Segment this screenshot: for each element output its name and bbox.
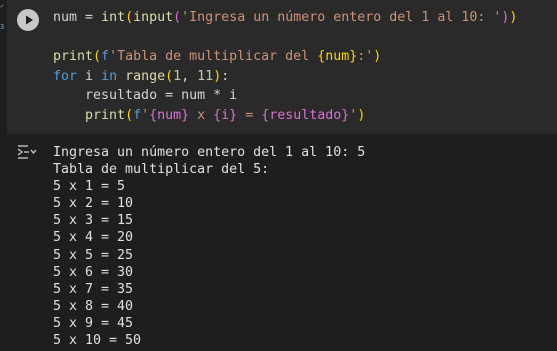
code-token: 1 — [173, 68, 182, 84]
output-line: 5 x 9 = 45 — [53, 315, 134, 331]
code-token: f — [133, 107, 142, 123]
code-line: print(f'Tabla de multiplicar del {num}:'… — [53, 47, 517, 67]
gutter-mark-check: ✓ — [0, 2, 5, 10]
output-toggle-button[interactable] — [16, 144, 38, 160]
code-token: {num} — [317, 49, 358, 65]
left-gutter: ✓ 3 — [0, 0, 7, 351]
code-token: ) — [357, 107, 366, 123]
output-line: Ingresa un número entero del 1 al 10: 5 — [53, 145, 366, 160]
output-line: 5 x 5 = 25 — [53, 247, 134, 263]
output-line: 5 x 10 = 50 — [53, 333, 142, 349]
code-token: i — [77, 68, 102, 84]
code-token: print — [53, 49, 94, 65]
code-token: ( — [93, 49, 102, 65]
output-line: 5 x 6 = 30 — [53, 264, 134, 280]
notebook-page: ✓ 3 num = int(input('Ingresa un número e… — [0, 0, 557, 351]
code-token: f — [101, 49, 110, 65]
code-token: {resultado} — [261, 107, 350, 123]
cell-output: Ingresa un número entero del 1 al 10: 5 T… — [53, 144, 365, 349]
code-token: ) — [373, 49, 382, 65]
code-token: 'Ingresa un número entero del 1 al 10: ' — [181, 10, 502, 25]
code-token: range — [125, 68, 166, 84]
gutter-mark-count: 3 — [0, 23, 5, 31]
code-token: {i} — [213, 107, 238, 123]
code-line: for i in range(1, 11): — [53, 67, 517, 87]
run-cell-button[interactable] — [17, 9, 39, 31]
play-icon — [26, 15, 33, 25]
code-token: = — [237, 107, 262, 123]
code-token: ( — [125, 107, 134, 123]
output-line: Tabla de multiplicar del 5: — [53, 162, 270, 178]
code-editor[interactable]: num = int(input('Ingresa un número enter… — [53, 8, 517, 126]
code-token: 11 — [197, 68, 214, 84]
code-line: num = int(input('Ingresa un número enter… — [53, 8, 517, 28]
code-token: 'Tabla de multiplicar del — [109, 49, 318, 65]
code-token: int — [101, 10, 126, 25]
output-line: 5 x 8 = 40 — [53, 298, 134, 314]
code-token: print — [85, 107, 126, 123]
code-line: print(f'{num} x {i} = {resultado}') — [53, 106, 517, 126]
output-line: 5 x 3 = 15 — [53, 213, 134, 229]
code-token: ( — [165, 68, 174, 84]
code-token: ) — [213, 68, 222, 84]
code-token: ' — [141, 107, 150, 123]
code-token: : — [221, 68, 230, 84]
code-token: {num} — [149, 107, 190, 123]
code-token: ( — [125, 10, 134, 25]
output-toggle-icon — [17, 145, 37, 159]
code-line: resultado = num * i — [53, 86, 517, 106]
output-line: 5 x 7 = 35 — [53, 281, 134, 297]
code-token: = — [77, 10, 102, 25]
code-token: input — [133, 10, 174, 25]
output-line: 5 x 2 = 10 — [53, 196, 134, 212]
code-token: for — [53, 68, 78, 84]
code-token: x — [189, 107, 214, 123]
code-token: num — [53, 10, 78, 25]
output-line: 5 x 1 = 5 — [53, 179, 126, 195]
code-token: , — [181, 68, 198, 84]
code-token: resultado = num * i — [53, 88, 238, 104]
code-token: in — [101, 68, 118, 84]
code-token: :' — [357, 49, 374, 65]
code-token: ( — [173, 10, 182, 25]
output-line: 5 x 4 = 20 — [53, 230, 134, 246]
code-token: ) — [509, 10, 518, 25]
